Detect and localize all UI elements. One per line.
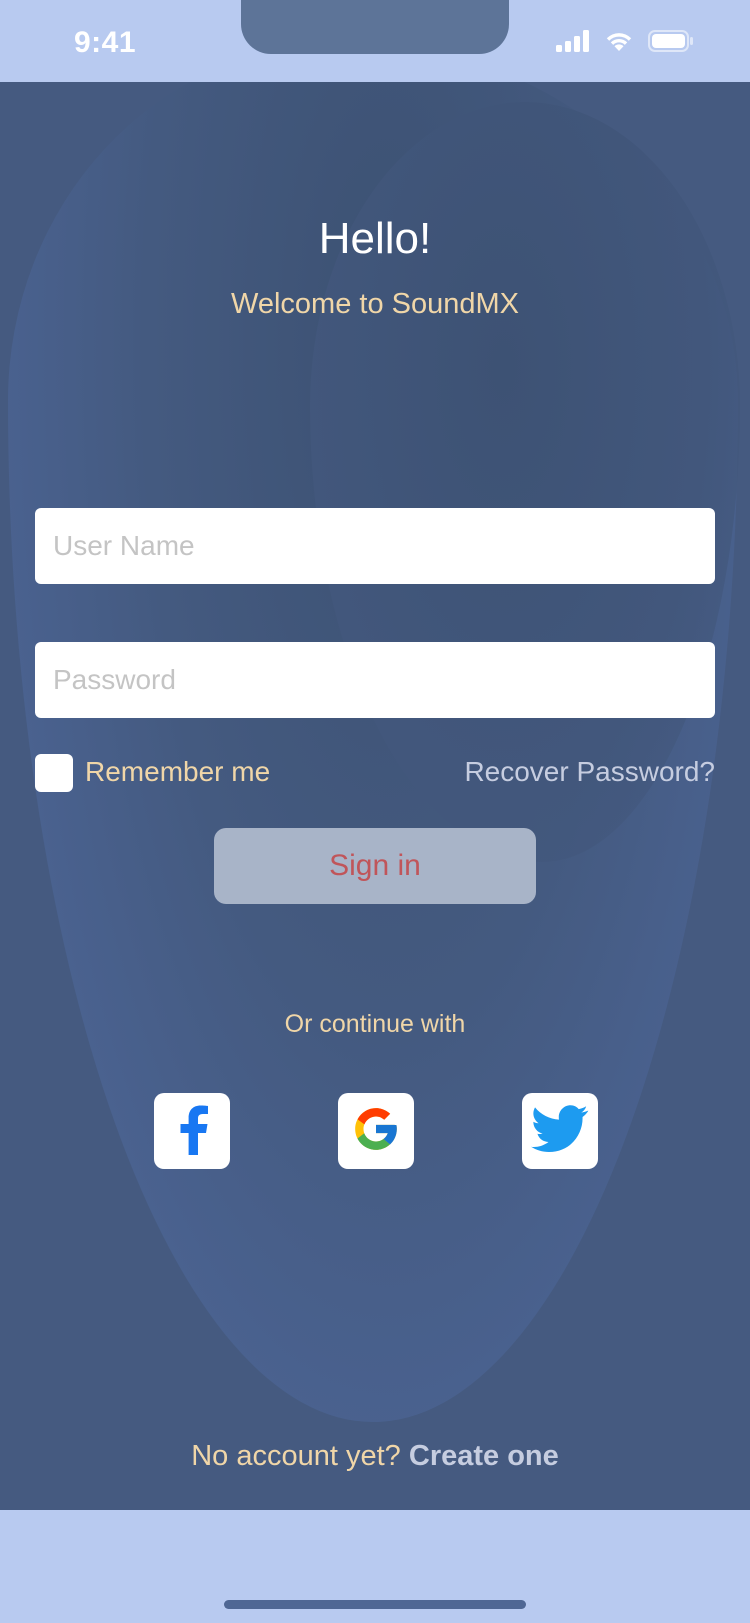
- google-icon: [351, 1104, 401, 1159]
- continue-with-label: Or continue with: [284, 1010, 466, 1038]
- recover-password-link[interactable]: Recover Password?: [464, 756, 715, 788]
- sign-in-button[interactable]: Sign in: [214, 828, 536, 904]
- remember-me-label[interactable]: Remember me: [85, 756, 270, 788]
- twitter-login-button[interactable]: [522, 1093, 598, 1169]
- login-panel: Hello! Welcome to SoundMX Remember me Re…: [0, 82, 750, 1510]
- password-input[interactable]: [35, 642, 715, 718]
- create-account-link[interactable]: Create one: [409, 1440, 559, 1472]
- home-indicator: [224, 1600, 526, 1609]
- remember-row: Remember me Recover Password?: [35, 754, 715, 794]
- signup-prompt: No account yet? Create one: [0, 1440, 750, 1473]
- welcome-subtitle: Welcome to SoundMX: [231, 288, 519, 320]
- no-account-text: No account yet?: [191, 1440, 401, 1472]
- twitter-icon: [530, 1104, 589, 1158]
- status-icons: [556, 30, 694, 57]
- status-time: 9:41: [74, 26, 137, 59]
- wifi-icon: [604, 30, 634, 57]
- username-input[interactable]: [35, 508, 715, 584]
- page-title: Hello!: [318, 214, 432, 263]
- notch: [241, 0, 509, 54]
- cellular-signal-icon: [556, 30, 590, 57]
- battery-icon: [648, 30, 694, 57]
- facebook-login-button[interactable]: [154, 1093, 230, 1169]
- status-bar: 9:41: [0, 0, 750, 82]
- facebook-icon: [172, 1103, 212, 1160]
- remember-me-checkbox[interactable]: [35, 754, 73, 792]
- google-login-button[interactable]: [338, 1093, 414, 1169]
